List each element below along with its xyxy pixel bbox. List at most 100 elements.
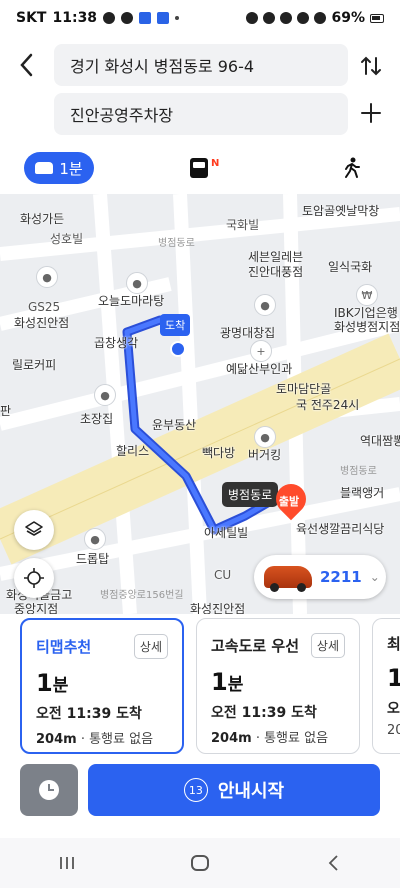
vehicle-car-icon bbox=[264, 566, 312, 592]
restaurant-pin-icon[interactable]: ● bbox=[94, 384, 116, 406]
poi-label: 초장집 bbox=[80, 412, 114, 426]
poi-label: 화성진안점 bbox=[14, 316, 70, 330]
carrier-label: SKT bbox=[16, 10, 47, 26]
poi-label: 오늘도마라탕 bbox=[98, 294, 165, 308]
origin-street-tag: 병점동로 bbox=[222, 482, 279, 507]
car-icon bbox=[35, 162, 54, 174]
chevron-down-icon: ⌄ bbox=[369, 570, 380, 584]
poi-label: 국 전주24시 bbox=[296, 398, 360, 412]
tab-walk[interactable] bbox=[340, 154, 364, 182]
walking-icon bbox=[345, 157, 360, 178]
tab-car[interactable]: 1분 bbox=[24, 152, 94, 184]
battery-icon bbox=[370, 13, 384, 23]
route-card-shortest[interactable]: 최 1 오 20 bbox=[372, 618, 400, 754]
poi-label: 성호빌 bbox=[50, 232, 84, 246]
route-duration: 1분 bbox=[36, 669, 69, 697]
back-button[interactable] bbox=[10, 48, 44, 82]
poi-label: 아세틸빌 bbox=[204, 526, 249, 540]
navigation-app-icon bbox=[139, 12, 152, 24]
poi-label: 판 bbox=[0, 404, 12, 418]
action-bar: 13 안내시작 bbox=[0, 764, 400, 826]
status-bar: SKT 11:38 69% bbox=[0, 0, 400, 36]
route-eta: 오 bbox=[387, 701, 400, 717]
bank-pin-icon[interactable]: ₩ bbox=[356, 284, 378, 306]
route-title: 최 bbox=[387, 635, 400, 653]
system-back-button[interactable] bbox=[313, 848, 353, 878]
detail-button[interactable]: 상세 bbox=[133, 634, 168, 659]
signal-icon bbox=[314, 12, 327, 24]
route-card-recommended[interactable]: 티맵추천 상세 1분 오전 11:39 도착 204m · 통행료 없음 bbox=[20, 618, 184, 754]
location-icon bbox=[280, 12, 293, 24]
poi-label: 일식국화 bbox=[328, 260, 373, 274]
app-icon bbox=[121, 12, 134, 24]
restaurant-pin-icon[interactable]: ● bbox=[126, 272, 148, 294]
layers-icon bbox=[25, 521, 43, 536]
destination-field[interactable]: 진안공영주차장 bbox=[54, 93, 348, 135]
poi-label: 화성가든 bbox=[20, 212, 65, 226]
poi-label: 할리스 bbox=[116, 444, 150, 458]
origin-field[interactable]: 경기 화성시 병점동로 96-4 bbox=[54, 44, 348, 86]
map-view[interactable]: 화성가든 성호빌 국화빌 토암골옛날막창 세븐일레븐 진안대풍점 일식국화 GS… bbox=[0, 194, 400, 614]
news-icon bbox=[157, 12, 170, 24]
route-card-highway[interactable]: 고속도로 우선 상세 1분 오전 11:39 도착 204m · 통행료 없음 bbox=[196, 618, 360, 754]
talk-icon bbox=[103, 12, 116, 24]
bus-icon bbox=[190, 158, 208, 178]
start-navigation-button[interactable]: 13 안내시작 bbox=[88, 764, 380, 816]
hospital-pin-icon[interactable]: + bbox=[250, 340, 272, 362]
poi-label: 드롭탑 bbox=[76, 552, 110, 566]
fastfood-pin-icon[interactable]: ● bbox=[254, 426, 276, 448]
destination-text: 진안공영주차장 bbox=[70, 106, 174, 125]
detail-button[interactable]: 상세 bbox=[310, 633, 345, 658]
poi-label: 빽다방 bbox=[202, 446, 236, 460]
poi-label: 곱창생각 bbox=[94, 336, 139, 350]
poi-label: 토암골옛날막창 bbox=[302, 204, 380, 218]
restaurant-pin-icon[interactable]: ● bbox=[254, 294, 276, 316]
poi-label: 역대짬뽕 bbox=[360, 434, 400, 448]
home-button[interactable] bbox=[180, 848, 220, 878]
system-navigation-bar bbox=[0, 838, 400, 888]
poi-label: 화성병점지점 bbox=[334, 320, 400, 334]
route-eta: 오전 11:39 도착 bbox=[211, 705, 317, 721]
poi-label: 블랙앵거 bbox=[340, 486, 385, 500]
my-location-button[interactable] bbox=[14, 558, 54, 598]
tab-transit[interactable]: N bbox=[190, 154, 230, 182]
poi-label: 토마담단골 bbox=[276, 382, 332, 396]
road-label: 병점동로 bbox=[340, 466, 377, 477]
recents-icon bbox=[59, 857, 74, 869]
route-title: 티맵추천 bbox=[36, 638, 92, 656]
wifi-icon bbox=[297, 12, 310, 24]
alarm-icon bbox=[246, 12, 259, 24]
swap-icon bbox=[361, 56, 381, 76]
recents-button[interactable] bbox=[47, 848, 87, 878]
poi-label: 예닮산부인과 bbox=[226, 362, 293, 376]
poi-label: 국화빌 bbox=[226, 218, 260, 232]
arrival-marker[interactable]: 도착 bbox=[160, 314, 191, 336]
back-chevron-icon bbox=[329, 855, 338, 871]
chevron-left-icon bbox=[20, 53, 33, 77]
battery-percent: 69% bbox=[331, 10, 365, 26]
restaurant-pin-icon[interactable]: ● bbox=[36, 266, 58, 288]
more-notifications-icon bbox=[175, 16, 180, 20]
transport-mode-tabs: 1분 N bbox=[0, 146, 400, 194]
plus-icon bbox=[361, 103, 381, 123]
poi-label: 육선생깔끔리식당 bbox=[296, 522, 385, 536]
road-label: 병점중앙로156번길 bbox=[100, 590, 184, 601]
home-icon bbox=[190, 855, 209, 871]
route-header: 경기 화성시 병점동로 96-4 진안공영주차장 bbox=[0, 36, 400, 146]
clock-icon bbox=[39, 780, 59, 800]
origin-text: 경기 화성시 병점동로 96-4 bbox=[70, 57, 255, 76]
map-layers-button[interactable] bbox=[14, 510, 54, 550]
route-distance: 20 bbox=[387, 723, 400, 738]
route-duration: 1분 bbox=[211, 668, 244, 696]
poi-label: 버거킹 bbox=[248, 448, 282, 462]
cafe-pin-icon[interactable]: ● bbox=[84, 528, 106, 550]
route-distance: 204m · 통행료 없음 bbox=[36, 732, 154, 747]
start-marker-label: 출발 bbox=[278, 495, 300, 509]
schedule-departure-button[interactable] bbox=[20, 764, 78, 816]
swap-route-button[interactable] bbox=[356, 49, 386, 83]
arrival-point-icon bbox=[170, 341, 186, 357]
countdown-badge: 13 bbox=[183, 778, 208, 802]
mute-icon bbox=[263, 12, 276, 24]
add-waypoint-button[interactable] bbox=[356, 96, 386, 130]
vehicle-selector[interactable]: 2211 ⌄ bbox=[254, 555, 386, 599]
